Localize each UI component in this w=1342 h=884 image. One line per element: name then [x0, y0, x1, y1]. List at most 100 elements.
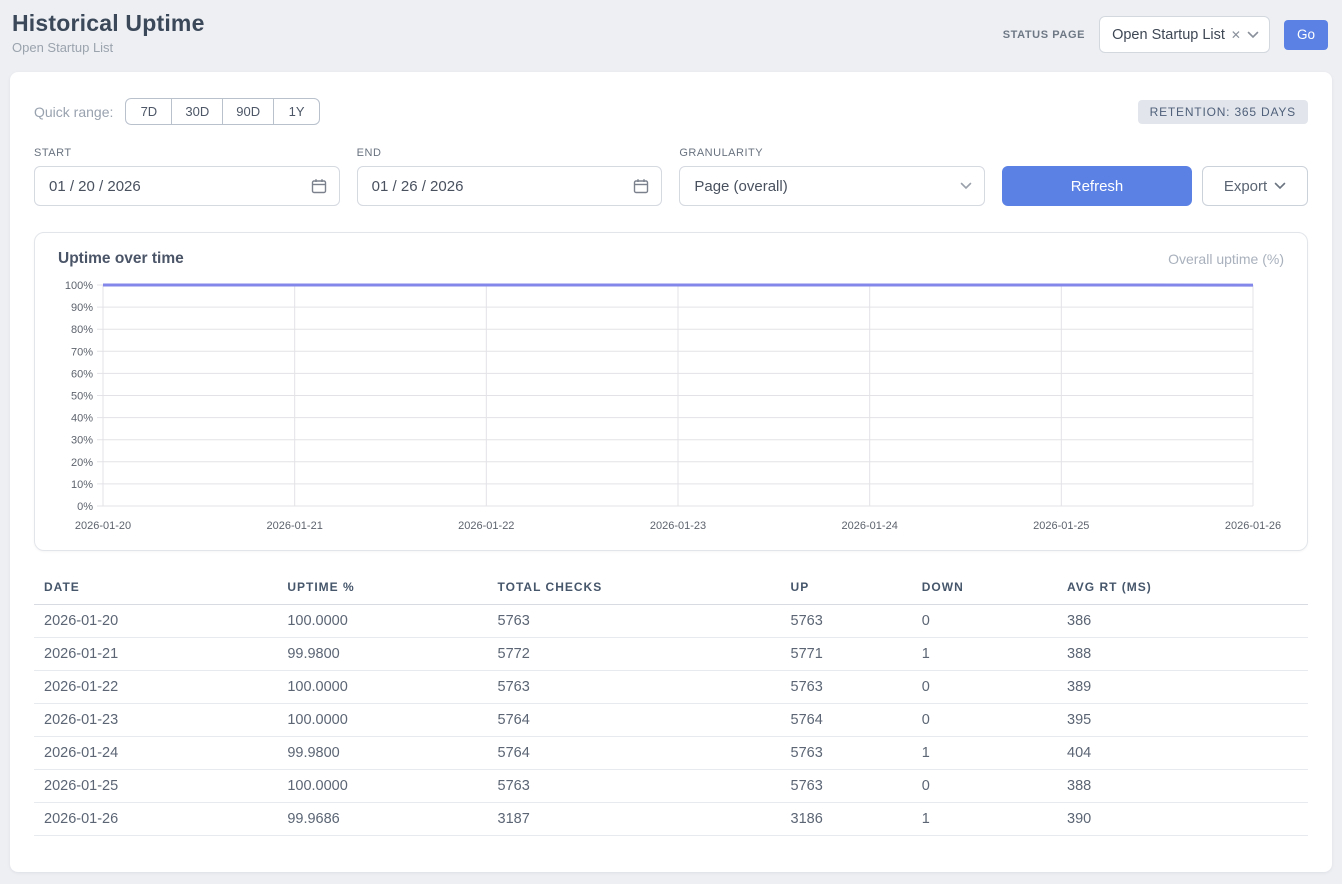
svg-text:20%: 20%	[71, 457, 93, 469]
table-cell: 5772	[488, 638, 781, 671]
table-cell: 2026-01-24	[34, 737, 277, 770]
table-cell: 2026-01-26	[34, 803, 277, 836]
calendar-icon[interactable]	[633, 178, 649, 194]
table-cell: 5764	[488, 704, 781, 737]
quick-range-label: Quick range:	[34, 104, 113, 120]
end-label: END	[357, 147, 663, 159]
status-page-label: STATUS PAGE	[1003, 29, 1085, 41]
table-cell: 3186	[781, 803, 912, 836]
table-cell: 2026-01-21	[34, 638, 277, 671]
table-cell: 5763	[781, 671, 912, 704]
table-row: 2026-01-2699.9686318731861390	[34, 803, 1308, 836]
table-cell: 99.9800	[277, 737, 487, 770]
go-button[interactable]: Go	[1284, 20, 1328, 50]
table-cell: 100.0000	[277, 605, 487, 638]
table-cell: 390	[1057, 803, 1308, 836]
table-cell: 389	[1057, 671, 1308, 704]
column-header: DATE	[34, 574, 277, 605]
svg-text:60%: 60%	[71, 368, 93, 380]
topbar-right: STATUS PAGE Open Startup List ✕ Go	[1003, 16, 1328, 53]
main-panel: Quick range: 7D30D90D1Y RETENTION: 365 D…	[10, 72, 1332, 872]
export-button[interactable]: Export	[1202, 166, 1308, 206]
table-row: 2026-01-25100.0000576357630388	[34, 770, 1308, 803]
svg-text:2026-01-23: 2026-01-23	[650, 520, 706, 532]
svg-text:90%: 90%	[71, 302, 93, 314]
table-row: 2026-01-2499.9800576457631404	[34, 737, 1308, 770]
table-cell: 5763	[781, 605, 912, 638]
title-block: Historical Uptime Open Startup List	[12, 10, 205, 55]
column-header: AVG RT (MS)	[1057, 574, 1308, 605]
refresh-button[interactable]: Refresh	[1002, 166, 1192, 206]
svg-text:2026-01-22: 2026-01-22	[458, 520, 514, 532]
quick-range-button-1y[interactable]: 1Y	[273, 98, 320, 125]
svg-text:100%: 100%	[65, 280, 93, 292]
table-row: 2026-01-20100.0000576357630386	[34, 605, 1308, 638]
table-header-row: DATEUPTIME %TOTAL CHECKSUPDOWNAVG RT (MS…	[34, 574, 1308, 605]
export-label: Export	[1224, 178, 1267, 195]
table-row: 2026-01-23100.0000576457640395	[34, 704, 1308, 737]
retention-badge: RETENTION: 365 DAYS	[1138, 100, 1308, 124]
table-cell: 2026-01-20	[34, 605, 277, 638]
granularity-value: Page (overall)	[694, 178, 787, 195]
quick-range-button-7d[interactable]: 7D	[125, 98, 172, 125]
table-cell: 0	[912, 770, 1057, 803]
table-cell: 404	[1057, 737, 1308, 770]
start-label: START	[34, 147, 340, 159]
svg-text:2026-01-24: 2026-01-24	[842, 520, 898, 532]
svg-text:40%: 40%	[71, 413, 93, 425]
quick-range-button-90d[interactable]: 90D	[222, 98, 274, 125]
svg-text:2026-01-21: 2026-01-21	[267, 520, 323, 532]
end-date-input[interactable]: 01 / 26 / 2026	[357, 166, 663, 206]
table-cell: 5763	[488, 770, 781, 803]
quick-range-row: Quick range: 7D30D90D1Y RETENTION: 365 D…	[34, 98, 1308, 125]
page-subtitle: Open Startup List	[12, 40, 205, 55]
table-cell: 1	[912, 803, 1057, 836]
status-page-value: Open Startup List	[1112, 27, 1225, 43]
filters-row: START 01 / 20 / 2026 END 01 / 26 / 2026 …	[34, 147, 1308, 206]
table-cell: 3187	[488, 803, 781, 836]
svg-text:0%: 0%	[77, 501, 93, 513]
table-row: 2026-01-2199.9800577257711388	[34, 638, 1308, 671]
start-date-value: 01 / 20 / 2026	[49, 178, 141, 195]
granularity-field: GRANULARITY Page (overall)	[679, 147, 985, 206]
svg-text:10%: 10%	[71, 479, 93, 491]
end-date-field: END 01 / 26 / 2026	[357, 147, 663, 206]
quick-range-button-30d[interactable]: 30D	[171, 98, 223, 125]
table-cell: 2026-01-22	[34, 671, 277, 704]
clear-icon[interactable]: ✕	[1231, 29, 1241, 41]
status-page-select[interactable]: Open Startup List ✕	[1099, 16, 1270, 53]
table-cell: 2026-01-23	[34, 704, 277, 737]
chevron-down-icon	[960, 182, 972, 190]
svg-text:2026-01-26: 2026-01-26	[1225, 520, 1281, 532]
chevron-down-icon	[1274, 182, 1286, 190]
table-cell: 388	[1057, 770, 1308, 803]
table-cell: 5763	[488, 671, 781, 704]
table-cell: 388	[1057, 638, 1308, 671]
table-body: 2026-01-20100.00005763576303862026-01-21…	[34, 605, 1308, 836]
svg-text:80%: 80%	[71, 324, 93, 336]
table-row: 2026-01-22100.0000576357630389	[34, 671, 1308, 704]
table-head: DATEUPTIME %TOTAL CHECKSUPDOWNAVG RT (MS…	[34, 574, 1308, 605]
table-cell: 100.0000	[277, 770, 487, 803]
svg-text:2026-01-20: 2026-01-20	[75, 520, 131, 532]
svg-text:50%: 50%	[71, 391, 93, 403]
table-cell: 0	[912, 704, 1057, 737]
calendar-icon[interactable]	[311, 178, 327, 194]
start-date-input[interactable]: 01 / 20 / 2026	[34, 166, 340, 206]
column-header: DOWN	[912, 574, 1057, 605]
chart-header: Uptime over time Overall uptime (%)	[55, 250, 1287, 268]
table-cell: 5763	[781, 737, 912, 770]
table-cell: 100.0000	[277, 671, 487, 704]
column-header: UPTIME %	[277, 574, 487, 605]
start-date-field: START 01 / 20 / 2026	[34, 147, 340, 206]
granularity-select[interactable]: Page (overall)	[679, 166, 985, 206]
uptime-table: DATEUPTIME %TOTAL CHECKSUPDOWNAVG RT (MS…	[34, 574, 1308, 836]
quick-range-group: 7D30D90D1Y	[125, 98, 320, 125]
column-header: UP	[781, 574, 912, 605]
table-cell: 100.0000	[277, 704, 487, 737]
table-cell: 1	[912, 737, 1057, 770]
table-cell: 5763	[781, 770, 912, 803]
uptime-chart-svg: 0%10%20%30%40%50%60%70%80%90%100%2026-01…	[55, 276, 1287, 532]
page-title: Historical Uptime	[12, 10, 205, 37]
table-cell: 0	[912, 605, 1057, 638]
